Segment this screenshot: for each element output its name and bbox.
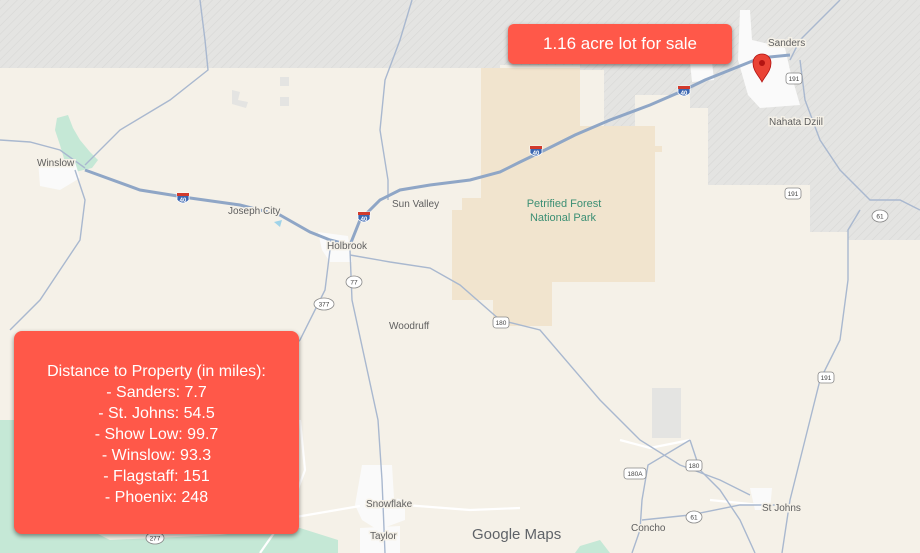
svg-text:40: 40 (361, 217, 368, 223)
place-label-nahata-dziil: Nahata Dziil (769, 117, 823, 128)
listing-callout: 1.16 acre lot for sale (508, 24, 732, 64)
place-label-st-johns: St Johns (762, 503, 801, 514)
distance-line: - Show Low: 99.7 (94, 426, 219, 443)
distance-line: - Winslow: 93.3 (101, 447, 212, 464)
us-route-shield: 180A (623, 467, 647, 480)
place-label-sanders: Sanders (768, 38, 805, 49)
place-label-woodruff: Woodruff (389, 321, 429, 332)
us-route-shield: 180 (492, 316, 510, 329)
park-label-line2: National Park (530, 212, 597, 224)
distance-line: - Flagstaff: 151 (103, 468, 210, 485)
google-maps-logo: Google Maps (472, 526, 562, 543)
svg-text:191: 191 (789, 76, 800, 83)
place-label-joseph-city: Joseph City (228, 206, 280, 217)
us-route-shield: 191 (784, 187, 802, 200)
place-label-holbrook: Holbrook (327, 241, 368, 252)
state-route-shield: 61 (685, 510, 703, 524)
park-label-line1: Petrified Forest (527, 198, 602, 210)
svg-text:191: 191 (788, 191, 799, 198)
distance-callout: Distance to Property (in miles): - Sande… (14, 331, 299, 534)
us-route-shield: 191 (785, 72, 803, 85)
distance-line: - Phoenix: 248 (104, 489, 209, 506)
place-label-winslow: Winslow (37, 158, 75, 169)
svg-text:40: 40 (180, 198, 187, 204)
distance-title: Distance to Property (in miles): (47, 363, 266, 380)
svg-text:40: 40 (533, 151, 540, 157)
state-route-shield: 61 (871, 209, 889, 223)
place-label-taylor: Taylor (370, 531, 397, 542)
svg-text:40: 40 (681, 91, 688, 97)
svg-text:377: 377 (319, 302, 330, 309)
parcel (280, 97, 289, 106)
listing-callout-text: 1.16 acre lot for sale (542, 34, 698, 53)
state-route-shield: 377 (313, 297, 335, 311)
svg-text:180: 180 (689, 463, 700, 470)
state-route-shield: 77 (345, 275, 363, 289)
svg-text:277: 277 (150, 536, 161, 543)
svg-text:180A: 180A (627, 471, 643, 478)
svg-text:61: 61 (876, 214, 884, 221)
place-label-snowflake: Snowflake (366, 499, 413, 510)
parcel (280, 77, 289, 86)
place-label-concho: Concho (631, 523, 666, 534)
us-route-shield: 180 (685, 459, 703, 472)
svg-text:61: 61 (690, 515, 698, 522)
place-label-sun-valley: Sun Valley (392, 199, 439, 210)
svg-text:180: 180 (496, 320, 507, 327)
us-route-shield: 191 (817, 371, 835, 384)
svg-text:77: 77 (350, 280, 358, 287)
svg-text:191: 191 (821, 375, 832, 382)
distance-line: - St. Johns: 54.5 (98, 405, 215, 422)
distance-line: - Sanders: 7.7 (106, 384, 207, 401)
parcel (652, 388, 681, 438)
